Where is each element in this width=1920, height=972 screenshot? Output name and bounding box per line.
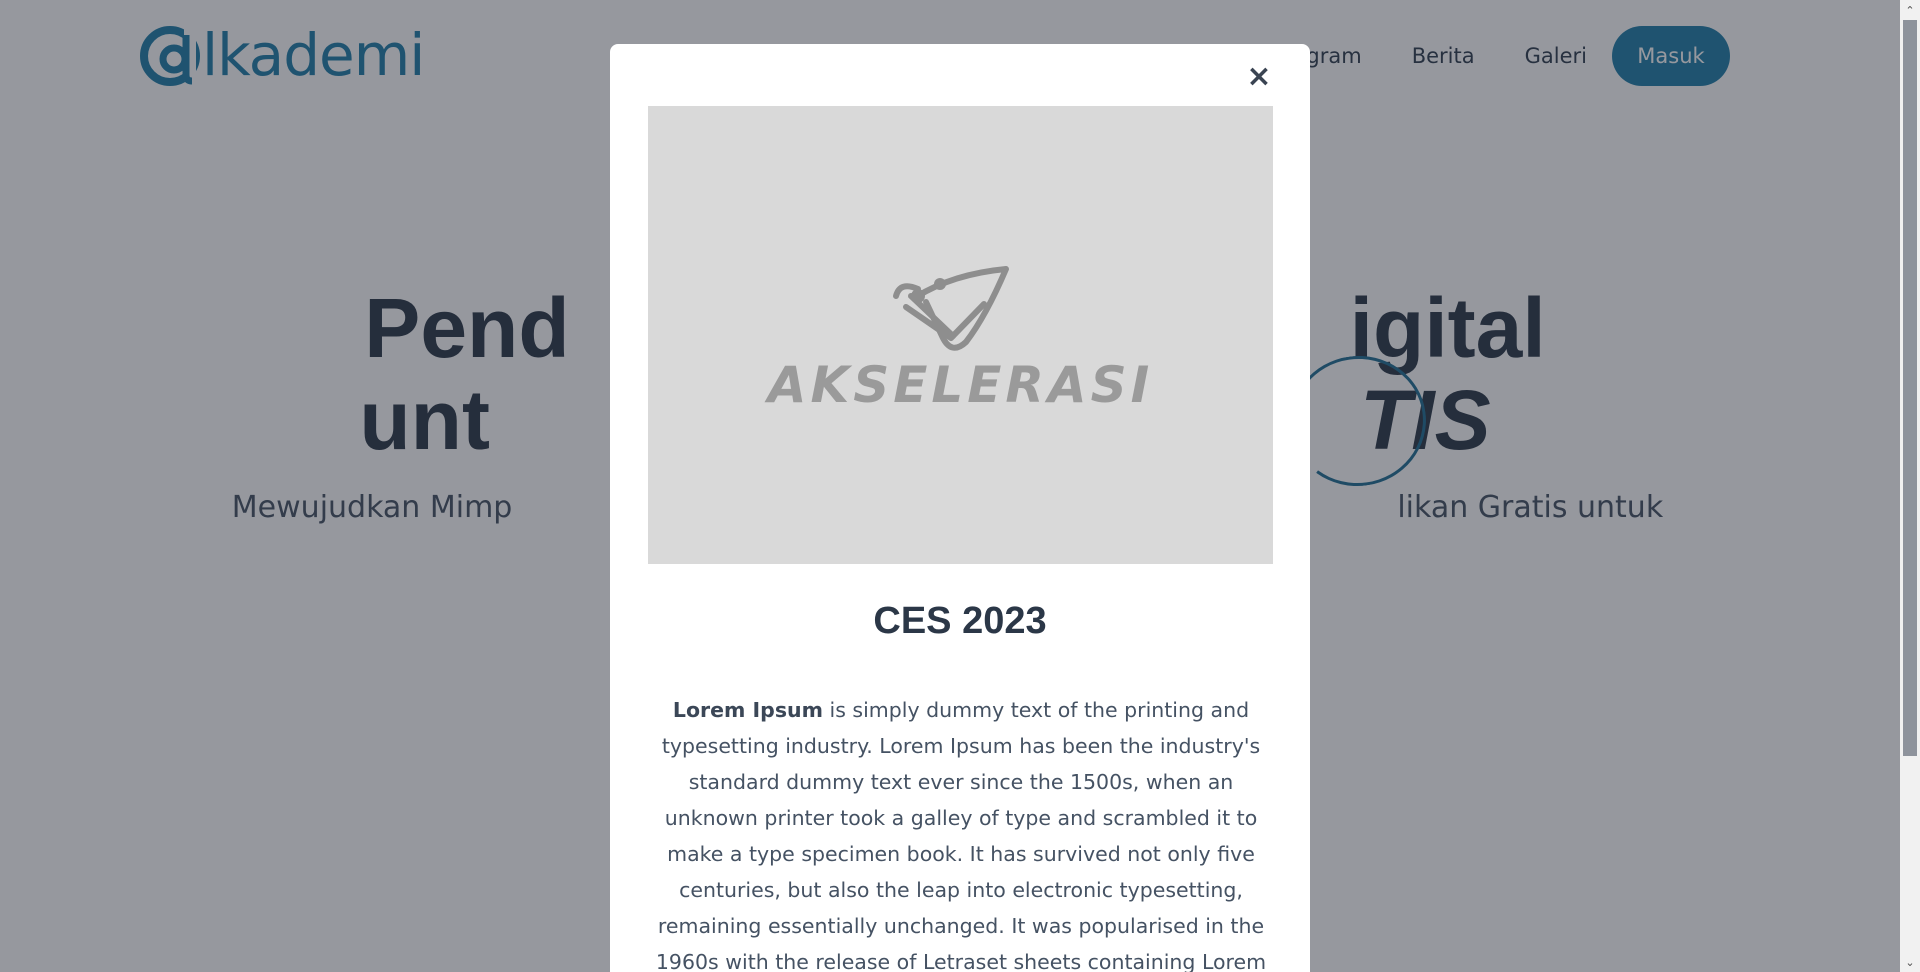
- news-modal: × AKSELERASI CES 2023 Lorem Ipsum is sim…: [610, 44, 1310, 972]
- page: lkademi ogram Berita Galeri Masuk Pend ig…: [0, 0, 1920, 972]
- page-scrollbar[interactable]: ⌃ ⌄: [1900, 0, 1920, 972]
- akselerasi-logo-icon: AKSELERASI: [764, 266, 1153, 414]
- scroll-up-icon[interactable]: ⌃: [1900, 1, 1920, 19]
- scroll-down-icon[interactable]: ⌄: [1900, 953, 1920, 971]
- modal-body: Lorem Ipsum is simply dummy text of the …: [648, 692, 1274, 972]
- modal-title: CES 2023: [873, 600, 1047, 642]
- akselerasi-logo-text: AKSELERASI: [764, 356, 1153, 414]
- news-image: AKSELERASI: [648, 106, 1273, 564]
- close-icon[interactable]: ×: [1244, 62, 1274, 92]
- modal-body-text: is simply dummy text of the printing and…: [655, 698, 1267, 972]
- scroll-thumb[interactable]: [1903, 20, 1917, 756]
- modal-body-bold: Lorem Ipsum: [672, 698, 824, 722]
